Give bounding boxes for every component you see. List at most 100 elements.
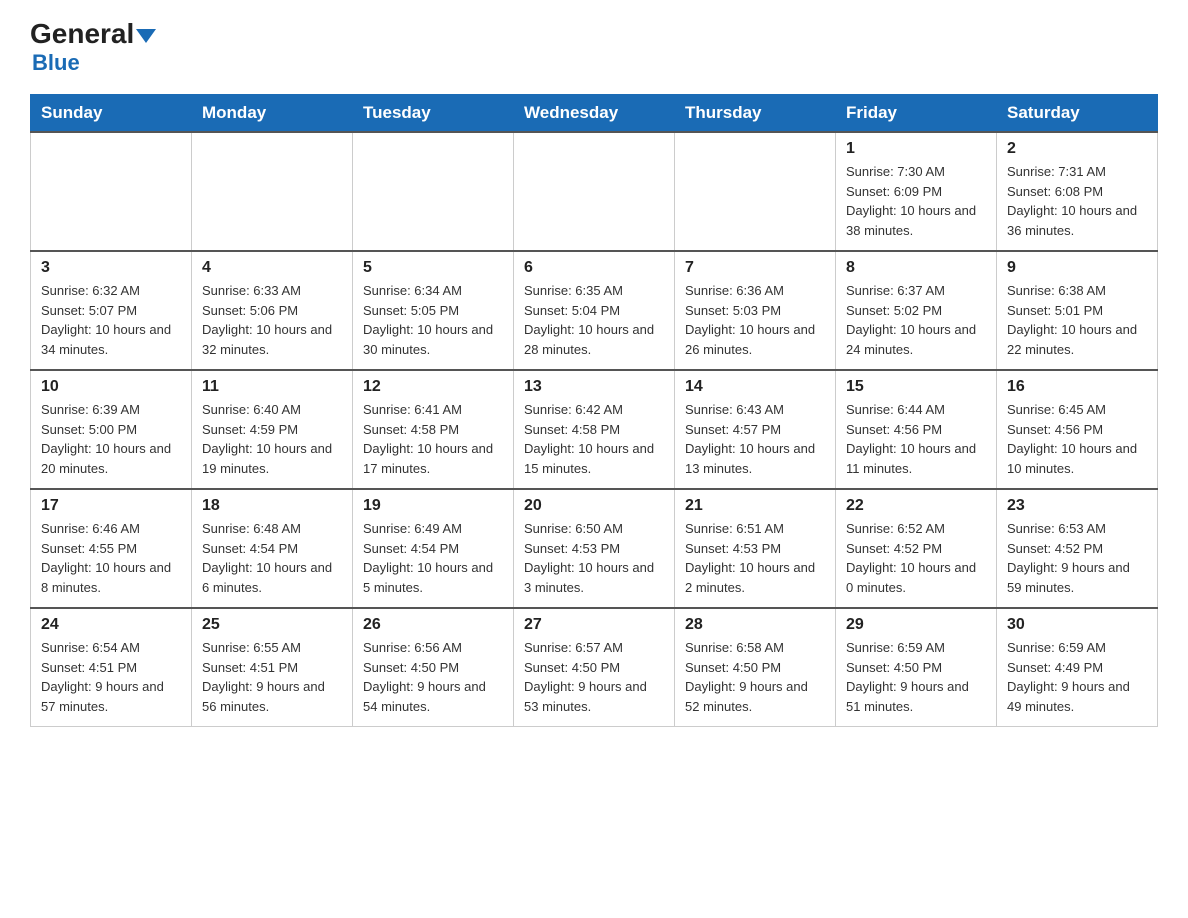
day-number: 21 [685, 497, 825, 515]
calendar-cell: 13 Sunrise: 6:42 AM Sunset: 4:58 PM Dayli… [514, 370, 675, 489]
calendar-cell: 4 Sunrise: 6:33 AM Sunset: 5:06 PM Daylig… [192, 251, 353, 370]
day-number: 16 [1007, 378, 1147, 396]
calendar-header-row: SundayMondayTuesdayWednesdayThursdayFrid… [31, 95, 1158, 133]
day-info: Sunrise: 6:37 AM Sunset: 5:02 PM Dayligh… [846, 281, 986, 359]
day-number: 13 [524, 378, 664, 396]
day-number: 27 [524, 616, 664, 634]
calendar-cell: 21 Sunrise: 6:51 AM Sunset: 4:53 PM Dayli… [675, 489, 836, 608]
day-info: Sunrise: 6:59 AM Sunset: 4:50 PM Dayligh… [846, 638, 986, 716]
day-info: Sunrise: 6:45 AM Sunset: 4:56 PM Dayligh… [1007, 400, 1147, 478]
day-number: 9 [1007, 259, 1147, 277]
day-number: 24 [41, 616, 181, 634]
day-info: Sunrise: 7:31 AM Sunset: 6:08 PM Dayligh… [1007, 162, 1147, 240]
day-info: Sunrise: 6:53 AM Sunset: 4:52 PM Dayligh… [1007, 519, 1147, 597]
day-number: 7 [685, 259, 825, 277]
calendar-cell: 30 Sunrise: 6:59 AM Sunset: 4:49 PM Dayli… [997, 608, 1158, 727]
calendar-cell [514, 132, 675, 251]
calendar-day-header: Saturday [997, 95, 1158, 133]
calendar-cell: 27 Sunrise: 6:57 AM Sunset: 4:50 PM Dayli… [514, 608, 675, 727]
calendar-cell: 7 Sunrise: 6:36 AM Sunset: 5:03 PM Daylig… [675, 251, 836, 370]
week-row: 10 Sunrise: 6:39 AM Sunset: 5:00 PM Dayli… [31, 370, 1158, 489]
calendar-table: SundayMondayTuesdayWednesdayThursdayFrid… [30, 94, 1158, 727]
day-info: Sunrise: 6:52 AM Sunset: 4:52 PM Dayligh… [846, 519, 986, 597]
calendar-cell [353, 132, 514, 251]
day-number: 12 [363, 378, 503, 396]
calendar-cell: 5Sunrise: 6:34 AM Sunset: 5:05 PM Daylig… [353, 251, 514, 370]
week-row: 3 Sunrise: 6:32 AM Sunset: 5:07 PM Daylig… [31, 251, 1158, 370]
logo-triangle-icon [136, 29, 156, 43]
day-info: Sunrise: 6:41 AM Sunset: 4:58 PM Dayligh… [363, 400, 503, 478]
day-info: Sunrise: 6:49 AM Sunset: 4:54 PM Dayligh… [363, 519, 503, 597]
day-number: 25 [202, 616, 342, 634]
calendar-cell: 23 Sunrise: 6:53 AM Sunset: 4:52 PM Dayli… [997, 489, 1158, 608]
calendar-day-header: Friday [836, 95, 997, 133]
calendar-cell: 1Sunrise: 7:30 AM Sunset: 6:09 PM Daylig… [836, 132, 997, 251]
day-number: 28 [685, 616, 825, 634]
day-info: Sunrise: 6:35 AM Sunset: 5:04 PM Dayligh… [524, 281, 664, 359]
logo-general-text: General [30, 20, 156, 48]
day-number: 22 [846, 497, 986, 515]
calendar-day-header: Tuesday [353, 95, 514, 133]
day-info: Sunrise: 6:58 AM Sunset: 4:50 PM Dayligh… [685, 638, 825, 716]
week-row: 1Sunrise: 7:30 AM Sunset: 6:09 PM Daylig… [31, 132, 1158, 251]
day-number: 19 [363, 497, 503, 515]
day-info: Sunrise: 6:32 AM Sunset: 5:07 PM Dayligh… [41, 281, 181, 359]
calendar-day-header: Sunday [31, 95, 192, 133]
day-info: Sunrise: 6:33 AM Sunset: 5:06 PM Dayligh… [202, 281, 342, 359]
logo: General Blue [30, 20, 156, 76]
calendar-cell: 16 Sunrise: 6:45 AM Sunset: 4:56 PM Dayli… [997, 370, 1158, 489]
day-number: 6 [524, 259, 664, 277]
day-number: 18 [202, 497, 342, 515]
day-number: 3 [41, 259, 181, 277]
calendar-cell: 3 Sunrise: 6:32 AM Sunset: 5:07 PM Daylig… [31, 251, 192, 370]
day-number: 5 [363, 259, 503, 277]
calendar-cell: 11 Sunrise: 6:40 AM Sunset: 4:59 PM Dayli… [192, 370, 353, 489]
calendar-cell [675, 132, 836, 251]
calendar-cell: 8 Sunrise: 6:37 AM Sunset: 5:02 PM Daylig… [836, 251, 997, 370]
calendar-cell: 28 Sunrise: 6:58 AM Sunset: 4:50 PM Dayli… [675, 608, 836, 727]
calendar-cell [192, 132, 353, 251]
calendar-cell: 29Sunrise: 6:59 AM Sunset: 4:50 PM Dayli… [836, 608, 997, 727]
day-info: Sunrise: 6:54 AM Sunset: 4:51 PM Dayligh… [41, 638, 181, 716]
calendar-cell: 25Sunrise: 6:55 AM Sunset: 4:51 PM Dayli… [192, 608, 353, 727]
day-info: Sunrise: 6:51 AM Sunset: 4:53 PM Dayligh… [685, 519, 825, 597]
calendar-cell: 12 Sunrise: 6:41 AM Sunset: 4:58 PM Dayli… [353, 370, 514, 489]
calendar-cell: 26 Sunrise: 6:56 AM Sunset: 4:50 PM Dayli… [353, 608, 514, 727]
day-number: 4 [202, 259, 342, 277]
day-info: Sunrise: 6:40 AM Sunset: 4:59 PM Dayligh… [202, 400, 342, 478]
day-number: 11 [202, 378, 342, 396]
day-info: Sunrise: 6:57 AM Sunset: 4:50 PM Dayligh… [524, 638, 664, 716]
day-number: 8 [846, 259, 986, 277]
day-info: Sunrise: 6:39 AM Sunset: 5:00 PM Dayligh… [41, 400, 181, 478]
day-number: 15 [846, 378, 986, 396]
day-info: Sunrise: 6:43 AM Sunset: 4:57 PM Dayligh… [685, 400, 825, 478]
day-number: 23 [1007, 497, 1147, 515]
calendar-cell: 20 Sunrise: 6:50 AM Sunset: 4:53 PM Dayli… [514, 489, 675, 608]
calendar-cell: 15Sunrise: 6:44 AM Sunset: 4:56 PM Dayli… [836, 370, 997, 489]
calendar-cell: 2Sunrise: 7:31 AM Sunset: 6:08 PM Daylig… [997, 132, 1158, 251]
calendar-cell: 17Sunrise: 6:46 AM Sunset: 4:55 PM Dayli… [31, 489, 192, 608]
day-info: Sunrise: 6:59 AM Sunset: 4:49 PM Dayligh… [1007, 638, 1147, 716]
day-number: 20 [524, 497, 664, 515]
week-row: 24 Sunrise: 6:54 AM Sunset: 4:51 PM Dayli… [31, 608, 1158, 727]
day-number: 30 [1007, 616, 1147, 634]
calendar-cell: 14Sunrise: 6:43 AM Sunset: 4:57 PM Dayli… [675, 370, 836, 489]
calendar-cell: 24 Sunrise: 6:54 AM Sunset: 4:51 PM Dayli… [31, 608, 192, 727]
day-info: Sunrise: 6:42 AM Sunset: 4:58 PM Dayligh… [524, 400, 664, 478]
calendar-cell [31, 132, 192, 251]
day-info: Sunrise: 7:30 AM Sunset: 6:09 PM Dayligh… [846, 162, 986, 240]
day-info: Sunrise: 6:50 AM Sunset: 4:53 PM Dayligh… [524, 519, 664, 597]
day-info: Sunrise: 6:56 AM Sunset: 4:50 PM Dayligh… [363, 638, 503, 716]
day-number: 17 [41, 497, 181, 515]
calendar-cell: 22 Sunrise: 6:52 AM Sunset: 4:52 PM Dayli… [836, 489, 997, 608]
day-info: Sunrise: 6:38 AM Sunset: 5:01 PM Dayligh… [1007, 281, 1147, 359]
day-info: Sunrise: 6:48 AM Sunset: 4:54 PM Dayligh… [202, 519, 342, 597]
calendar-cell: 19 Sunrise: 6:49 AM Sunset: 4:54 PM Dayli… [353, 489, 514, 608]
calendar-day-header: Wednesday [514, 95, 675, 133]
calendar-day-header: Monday [192, 95, 353, 133]
day-number: 26 [363, 616, 503, 634]
day-number: 10 [41, 378, 181, 396]
logo-blue-text: Blue [30, 50, 80, 76]
day-info: Sunrise: 6:36 AM Sunset: 5:03 PM Dayligh… [685, 281, 825, 359]
calendar-cell: 18 Sunrise: 6:48 AM Sunset: 4:54 PM Dayli… [192, 489, 353, 608]
